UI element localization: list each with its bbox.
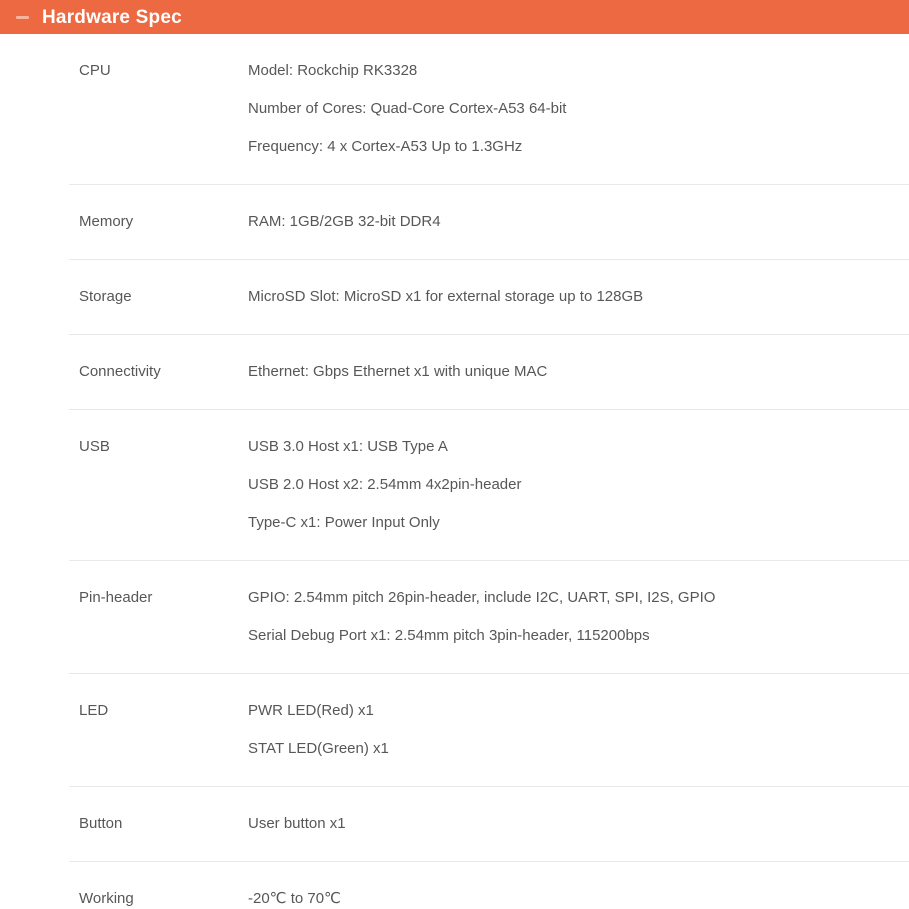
- table-row: CPU Model: Rockchip RK3328 Number of Cores…: [69, 34, 909, 184]
- spec-value: Model: Rockchip RK3328 Number of Cores: Q…: [248, 34, 909, 184]
- table-row: Memory RAM: 1GB/2GB 32-bit DDR4: [69, 184, 909, 259]
- section-header-bar[interactable]: Hardware Spec: [0, 0, 909, 34]
- spec-value: USB 3.0 Host x1: USB Type A USB 2.0 Host …: [248, 410, 909, 560]
- spec-value-line: USB 2.0 Host x2: 2.54mm 4x2pin-header: [248, 476, 522, 493]
- spec-label: Connectivity: [79, 363, 161, 380]
- spec-value-line: Model: Rockchip RK3328: [248, 62, 418, 79]
- hardware-spec-page: Hardware Spec CPU Model: Rockchip RK3328 N…: [0, 0, 909, 909]
- spec-label: Working Temperature: [79, 890, 134, 907]
- table-row: LED PWR LED(Red) x1 STAT LED(Green) x1: [69, 673, 909, 786]
- page-title: Hardware Spec: [42, 6, 182, 28]
- spec-label: USB: [79, 438, 110, 455]
- spec-value-line: User button x1: [248, 815, 346, 832]
- spec-value: User button x1: [248, 787, 909, 861]
- spec-value-line: Frequency: 4 x Cortex-A53 Up to 1.3GHz: [248, 138, 523, 155]
- table-row: Storage MicroSD Slot: MicroSD x1 for exte…: [69, 259, 909, 334]
- table-row: Pin-header GPIO: 2.54mm pitch 26pin-heade…: [69, 560, 909, 673]
- spec-label: CPU: [79, 62, 111, 79]
- spec-value-line: Number of Cores: Quad-Core Cortex-A53 64…: [248, 100, 567, 117]
- spec-value-line: MicroSD Slot: MicroSD x1 for external st…: [248, 288, 644, 305]
- spec-label: Pin-header: [79, 589, 153, 606]
- spec-value: PWR LED(Red) x1 STAT LED(Green) x1: [248, 674, 909, 786]
- spec-value-line: PWR LED(Red) x1: [248, 702, 374, 719]
- spec-label: Memory: [79, 213, 134, 230]
- spec-value-line: Ethernet: Gbps Ethernet x1 with unique M…: [248, 363, 548, 380]
- spec-value: -20℃ to 70℃: [248, 862, 909, 909]
- spec-label: Storage: [79, 288, 132, 305]
- spec-value: Ethernet: Gbps Ethernet x1 with unique M…: [248, 335, 909, 409]
- table-row: Working Temperature -20℃ to 70℃: [69, 861, 909, 909]
- hardware-spec-table: CPU Model: Rockchip RK3328 Number of Cores…: [0, 34, 909, 909]
- table-row: USB USB 3.0 Host x1: USB Type A USB 2.0 Ho…: [69, 409, 909, 560]
- spec-value: GPIO: 2.54mm pitch 26pin-header, include…: [248, 561, 909, 673]
- spec-value-line: Serial Debug Port x1: 2.54mm pitch 3pin-…: [248, 627, 650, 644]
- spec-value-line: USB 3.0 Host x1: USB Type A: [248, 438, 448, 455]
- spec-label: LED: [79, 702, 109, 719]
- spec-value-line: Type-C x1: Power Input Only: [248, 514, 440, 531]
- spec-value: RAM: 1GB/2GB 32-bit DDR4: [248, 185, 909, 259]
- spec-value-line: -20℃ to 70℃: [248, 890, 341, 907]
- spec-label: Button: [79, 815, 123, 832]
- table-row: Connectivity Ethernet: Gbps Ethernet x1 w…: [69, 334, 909, 409]
- spec-value-line: GPIO: 2.54mm pitch 26pin-header, include…: [248, 589, 716, 606]
- spec-value: MicroSD Slot: MicroSD x1 for external st…: [248, 260, 909, 334]
- collapse-minus-icon[interactable]: [16, 15, 29, 19]
- table-row: Button User button x1: [69, 786, 909, 861]
- spec-value-line: RAM: 1GB/2GB 32-bit DDR4: [248, 213, 441, 230]
- spec-value-line: STAT LED(Green) x1: [248, 740, 389, 757]
